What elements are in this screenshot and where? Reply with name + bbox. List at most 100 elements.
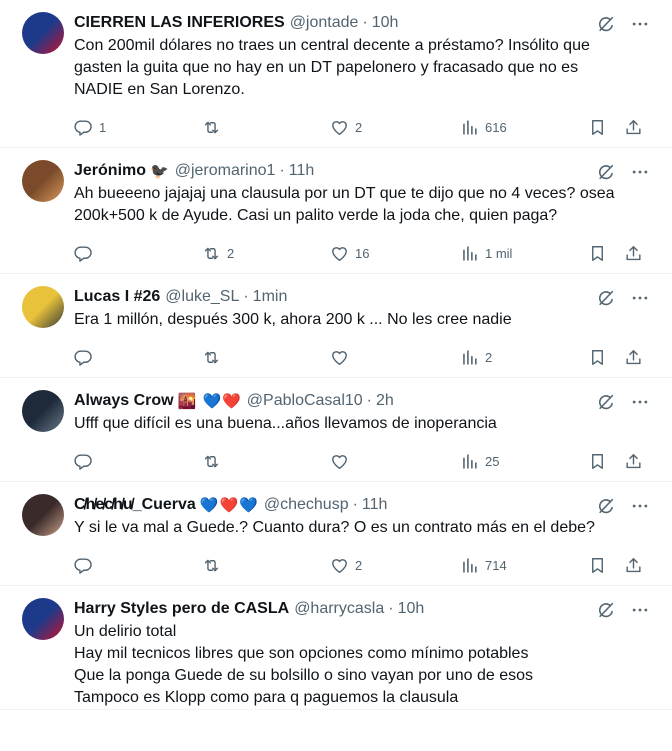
grok-button[interactable] <box>596 14 616 34</box>
timestamp[interactable]: 2h <box>376 392 394 410</box>
author-name[interactable]: Jerónimo <box>74 162 146 180</box>
author-name[interactable]: Always Crow <box>74 392 174 410</box>
grok-button[interactable] <box>596 496 616 516</box>
author-handle[interactable]: @PabloCasal10 <box>247 392 363 410</box>
more-button[interactable] <box>630 288 650 308</box>
header-icons <box>596 162 650 182</box>
retweet-button[interactable]: 2 <box>202 244 234 263</box>
retweet-button[interactable] <box>202 118 221 137</box>
tweet[interactable]: Lucas I #26 @luke_SL · 1min Era 1 millón, de… <box>0 274 672 378</box>
more-button[interactable] <box>630 600 650 620</box>
share-button[interactable] <box>624 348 643 367</box>
author-name[interactable]: C̸h̸e̸c̸h̸u̸_Cuerva <box>74 496 196 514</box>
reply-icon <box>74 556 93 575</box>
separator-dot: · <box>279 162 285 179</box>
views-button[interactable]: 616 <box>460 118 507 137</box>
tweet-header: Jerónimo 🐦‍⬛ @jeromarino1 · 11h <box>74 160 656 182</box>
action-bar: 2 16 1 mil <box>74 233 656 273</box>
share-button[interactable] <box>624 556 643 575</box>
bookmark-button[interactable] <box>588 244 607 263</box>
reply-button[interactable] <box>74 452 93 471</box>
author-handle[interactable]: @jeromarino1 <box>175 162 276 180</box>
more-icon <box>630 14 650 34</box>
timestamp[interactable]: 11h <box>362 496 388 514</box>
author-handle[interactable]: @luke_SL <box>165 288 239 306</box>
tweet[interactable]: CIERREN LAS INFERIORES @jontade · 10h Con 20… <box>0 0 672 148</box>
timestamp[interactable]: 1min <box>253 288 288 306</box>
timestamp[interactable]: 11h <box>289 162 315 180</box>
retweet-button[interactable] <box>202 452 221 471</box>
separator-dot: · <box>352 496 358 513</box>
tweet[interactable]: Jerónimo 🐦‍⬛ @jeromarino1 · 11h Ah bueeeno ja… <box>0 148 672 274</box>
view-count: 1 mil <box>485 245 513 261</box>
bookmark-icon <box>588 452 607 471</box>
reply-button[interactable] <box>74 244 93 263</box>
author-handle[interactable]: @harrycasla <box>294 600 384 618</box>
more-icon <box>630 392 650 412</box>
like-button[interactable]: 16 <box>330 244 369 263</box>
like-button[interactable] <box>330 452 349 471</box>
retweet-count: 2 <box>227 245 235 261</box>
timestamp[interactable]: 10h <box>398 600 425 618</box>
avatar[interactable] <box>22 160 64 202</box>
more-button[interactable] <box>630 496 650 516</box>
more-button[interactable] <box>630 392 650 412</box>
like-button[interactable]: 2 <box>330 556 362 575</box>
grok-button[interactable] <box>596 162 616 182</box>
bookmark-button[interactable] <box>588 452 607 471</box>
share-button[interactable] <box>624 452 643 471</box>
avatar[interactable] <box>22 494 64 536</box>
share-button[interactable] <box>624 118 643 137</box>
separator-dot: · <box>243 288 249 305</box>
avatar[interactable] <box>22 286 64 328</box>
author-name[interactable]: CIERREN LAS INFERIORES <box>74 14 285 32</box>
retweet-icon <box>202 348 221 367</box>
like-button[interactable] <box>330 348 349 367</box>
reply-icon <box>74 452 93 471</box>
tweet-text: Ufff que difícil es una buena...años lle… <box>74 413 656 435</box>
grok-button[interactable] <box>596 288 616 308</box>
views-button[interactable]: 25 <box>460 452 499 471</box>
retweet-button[interactable] <box>202 556 221 575</box>
grok-icon <box>596 14 616 34</box>
more-button[interactable] <box>630 162 650 182</box>
like-count: 16 <box>355 245 370 261</box>
tweet[interactable]: Always Crow 🌇 💙❤️ @PabloCasal10 · 2h Ufff que… <box>0 378 672 482</box>
avatar[interactable] <box>22 390 64 432</box>
share-button[interactable] <box>624 244 643 263</box>
grok-button[interactable] <box>596 392 616 412</box>
separator-dot: · <box>366 392 372 409</box>
views-button[interactable]: 2 <box>460 348 492 367</box>
tweet[interactable]: C̸h̸e̸c̸h̸u̸_Cuerva 💙❤️💙 @chechusp · 11h Y si… <box>0 482 672 586</box>
avatar[interactable] <box>22 598 64 640</box>
tweet-text-line: Ah bueeeno jajajaj una clausula por un D… <box>74 185 615 202</box>
tweet[interactable]: Harry Styles pero de CASLA @harrycasla · 10… <box>0 586 672 710</box>
grok-button[interactable] <box>596 600 616 620</box>
author-name[interactable]: Harry Styles pero de CASLA <box>74 600 289 618</box>
reply-button[interactable]: 1 <box>74 118 106 137</box>
author-name[interactable]: Lucas I #26 <box>74 288 160 306</box>
author-handle[interactable]: @chechusp <box>264 496 349 514</box>
views-button[interactable]: 714 <box>460 556 507 575</box>
timestamp[interactable]: 10h <box>372 14 399 32</box>
avatar[interactable] <box>22 12 64 54</box>
bookmark-button[interactable] <box>588 556 607 575</box>
tweet-text-line: Ufff que difícil es una buena...años lle… <box>74 415 497 432</box>
author-handle[interactable]: @jontade <box>290 14 359 32</box>
tweet-header: Lucas I #26 @luke_SL · 1min <box>74 286 656 308</box>
reply-icon <box>74 244 93 263</box>
reply-button[interactable] <box>74 348 93 367</box>
more-icon <box>630 288 650 308</box>
heart-icon <box>330 118 349 137</box>
bookmark-button[interactable] <box>588 348 607 367</box>
bookmark-button[interactable] <box>588 118 607 137</box>
more-button[interactable] <box>630 14 650 34</box>
views-button[interactable]: 1 mil <box>460 244 512 263</box>
heart-icon <box>330 348 349 367</box>
like-button[interactable]: 2 <box>330 118 362 137</box>
bookmark-icon <box>588 556 607 575</box>
reply-button[interactable] <box>74 556 93 575</box>
retweet-button[interactable] <box>202 348 221 367</box>
view-count: 714 <box>485 557 507 573</box>
tweet-text-line: NADIE en San Lorenzo. <box>74 81 245 98</box>
